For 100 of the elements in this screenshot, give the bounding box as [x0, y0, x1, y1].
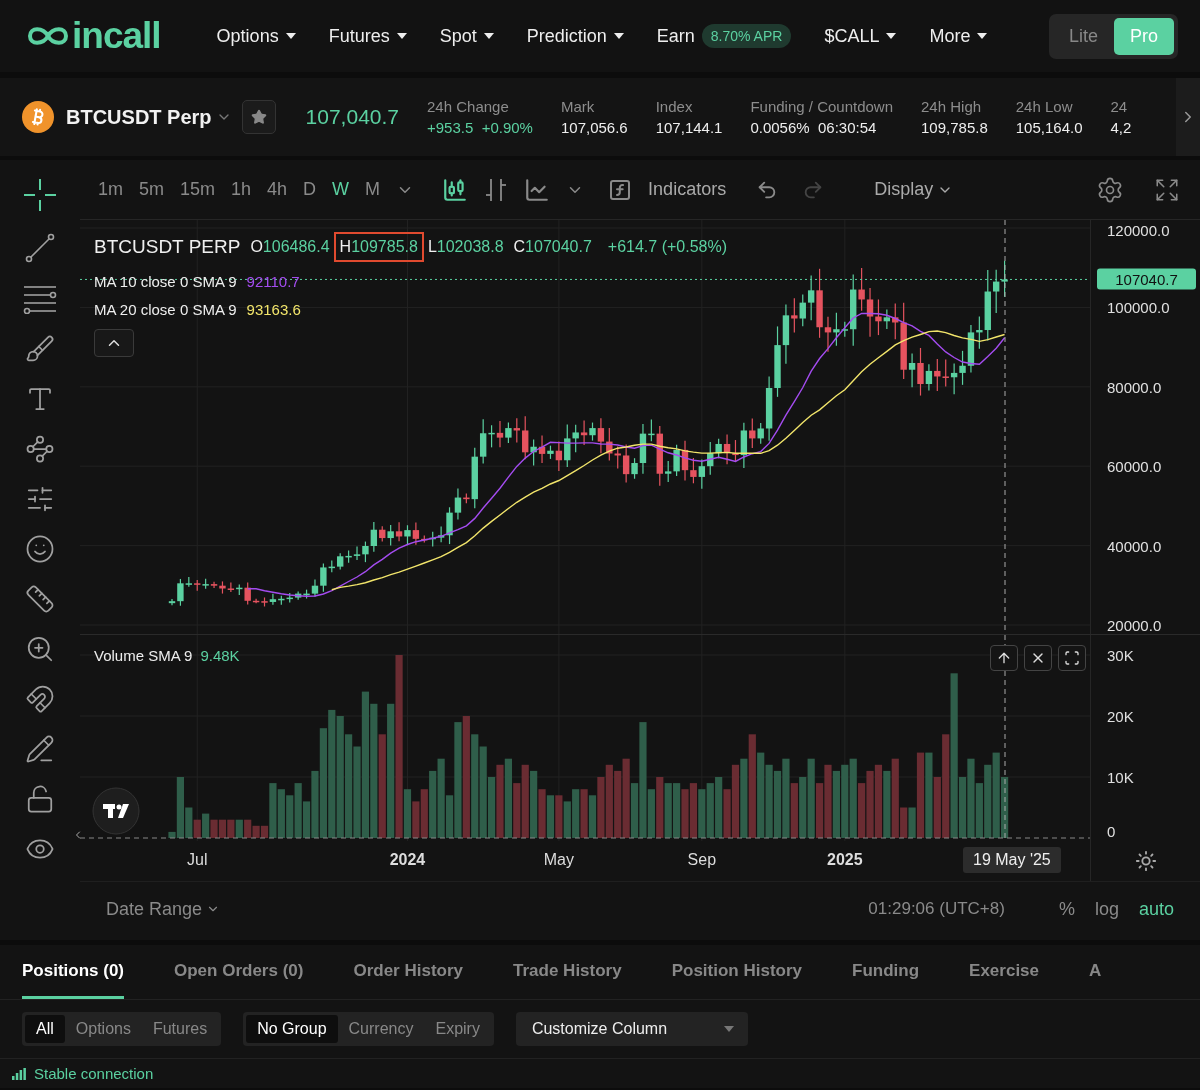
stat-label: Mark [560, 98, 596, 115]
line-tool-icon[interactable] [24, 232, 56, 264]
stat-label: 24h Low [1015, 98, 1074, 115]
maximize-icon [1064, 650, 1080, 666]
nav-menu-item[interactable]: Earn 8.70% APR [656, 24, 792, 48]
signal-icon [12, 1067, 26, 1080]
nav-menu-item[interactable]: Options [216, 25, 296, 47]
orders-tab[interactable]: Open Orders (0) [174, 945, 304, 999]
ohlc-reading: C107040.7 [512, 237, 593, 257]
customize-column-select[interactable]: Customize Column [515, 1012, 748, 1046]
orders-tab[interactable]: Trade History [513, 945, 622, 999]
chart-logo-icon [92, 787, 140, 835]
price-axis-label: 120000.0 [1107, 221, 1170, 239]
stat-value: 107,056.6 [560, 119, 628, 136]
time-axis-label: Sep [687, 851, 717, 869]
stat-value: 109,785.8 [921, 119, 988, 136]
volume-value: 9.48K [200, 647, 240, 664]
orders-tab[interactable]: Funding [852, 945, 920, 999]
price-axis-label: 20000.0 [1107, 616, 1162, 634]
clock: 01:29:06 (UTC+8) [868, 899, 1005, 919]
indicator-label: MA 10 close 0 SMA 9 [94, 273, 237, 290]
last-price-tag: 107040.7 [1097, 268, 1196, 290]
orders-tab[interactable]: Order History [353, 945, 464, 999]
indicators-button[interactable]: Indicators [642, 175, 733, 204]
indicator-value: 93163.6 [246, 301, 301, 318]
caret-icon [285, 33, 296, 39]
scale-option[interactable]: auto [1132, 898, 1180, 920]
zoom-in-icon[interactable] [25, 634, 55, 664]
chart-symbol: BTCUSDT PERP [94, 236, 241, 258]
scale-option[interactable]: log [1088, 898, 1125, 920]
unlock-icon[interactable] [25, 784, 55, 814]
time-axis-label: May [543, 851, 574, 869]
indicator-value: 92110.7 [246, 273, 300, 290]
timeframe-option[interactable]: 5m [133, 175, 171, 204]
maximize-button[interactable] [1058, 645, 1086, 671]
timeframe-option[interactable]: D [297, 175, 323, 204]
magnet-icon[interactable] [25, 684, 55, 714]
timeframe-option[interactable]: 4h [261, 175, 294, 204]
pattern-icon[interactable] [25, 484, 55, 514]
last-price: 107,040.7 [305, 105, 399, 129]
volume-axis-label: 30K [1107, 646, 1134, 664]
filter-option[interactable]: No Group [246, 1015, 338, 1043]
timeframe-option[interactable]: 1h [225, 175, 258, 204]
caret-icon [613, 33, 624, 39]
filter-option[interactable]: All [25, 1015, 65, 1043]
caret-icon [723, 1026, 734, 1032]
brush-icon[interactable] [25, 334, 55, 364]
timeframe-option[interactable]: 15m [174, 175, 222, 204]
logo-text: incall [72, 15, 161, 57]
favorite-button[interactable] [241, 100, 276, 134]
stat-label: 24h High [921, 98, 983, 115]
stat-value: 0.0056% 06:30:54 [750, 119, 878, 136]
move-up-button[interactable] [990, 645, 1018, 671]
pencil-icon[interactable] [25, 734, 55, 764]
nav-menu-item[interactable]: $CALL [824, 25, 897, 47]
ruler-icon[interactable] [25, 584, 55, 614]
orders-tab[interactable]: Exercise [969, 945, 1040, 999]
scale-option[interactable]: % [1052, 898, 1081, 920]
orders-tab[interactable]: Position History [671, 945, 803, 999]
stat-value: +953.5 +0.90% [427, 119, 533, 136]
mode-option[interactable]: Lite [1052, 17, 1114, 55]
filter-option[interactable]: Futures [141, 1015, 219, 1043]
price-axis-label: 40000.0 [1107, 537, 1162, 555]
timeframe-option[interactable]: W [326, 175, 356, 204]
path-icon[interactable] [25, 434, 55, 464]
caret-icon [977, 33, 988, 39]
orders-tab[interactable]: A [1089, 945, 1102, 999]
filter-option[interactable]: Options [64, 1015, 142, 1043]
crosshair-date: 19 May '25 [963, 847, 1061, 873]
stat-label: Index [655, 98, 694, 115]
caret-icon [886, 33, 897, 39]
nav-menu-item[interactable]: Futures [328, 25, 407, 47]
nav-menu-item[interactable]: Spot [439, 25, 494, 47]
horizontal-lines-icon[interactable] [23, 284, 57, 314]
time-axis-label: Jul [187, 851, 208, 869]
symbol-selector[interactable]: BTCUSDT Perp [66, 105, 232, 129]
price-axis-label: 80000.0 [1107, 378, 1162, 396]
stat-label: 24 [1110, 98, 1129, 115]
caret-icon [483, 33, 494, 39]
nav-menu-item[interactable]: Prediction [526, 25, 624, 47]
stat-label: 24h Change [427, 98, 510, 115]
crosshair-icon[interactable] [23, 178, 57, 212]
apr-badge: 8.70% APR [701, 24, 792, 48]
smiley-icon[interactable] [25, 534, 55, 564]
date-range-button[interactable]: Date Range [100, 894, 227, 924]
stat-value: 4,2 [1110, 119, 1132, 136]
ohlc-reading: H109785.8 [333, 232, 424, 262]
star-icon [250, 109, 267, 125]
display-button[interactable]: Display [868, 175, 960, 204]
timeframe-option[interactable]: 1m [92, 175, 129, 204]
stat-value: 105,164.0 [1015, 119, 1083, 136]
nav-menu-item[interactable]: More [929, 25, 988, 47]
bar-chart-icon[interactable] [484, 176, 509, 203]
filter-option[interactable]: Currency [337, 1015, 425, 1043]
close-button[interactable] [1024, 645, 1052, 671]
caret-icon [396, 33, 407, 39]
ohlc-reading: O106486.4 [249, 237, 331, 257]
volume-axis-label: 20K [1107, 707, 1134, 725]
timeframe-option[interactable]: M [359, 175, 387, 204]
filter-option[interactable]: Expiry [424, 1015, 491, 1043]
